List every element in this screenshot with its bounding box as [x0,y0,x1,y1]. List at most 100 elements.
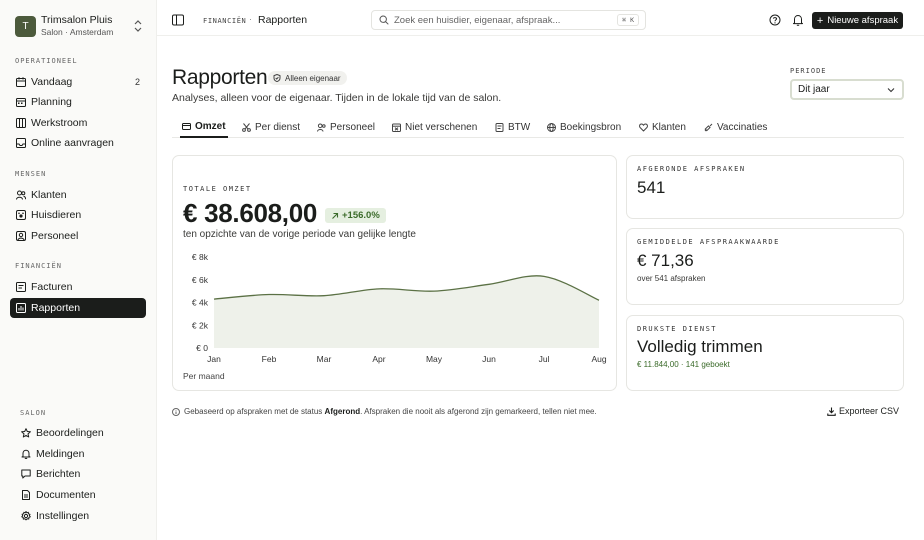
tab-personeel[interactable]: Personeel [315,116,377,138]
completed-appointments-card: AFGERONDE AFSPRAKEN 541 [626,155,904,219]
breadcrumb-separator: · [249,14,252,24]
bell-icon [21,449,31,459]
report-tabs: Omzet Per dienst Personeel Niet verschen… [172,116,904,138]
x-axis: Jan Feb Mar Apr May Jun Jul Aug [207,354,607,364]
revenue-card: TOTALE OMZET € 38.608,00 +156.0% ten opz… [172,155,617,391]
average-value-card: GEMIDDELDE AFSPRAAKWAARDE € 71,36 over 5… [626,228,904,305]
tab-label: Niet verschenen [405,121,478,133]
sidebar: T Trimsalon Pluis Salon · Amsterdam OPER… [0,0,157,540]
sidebar-item-facturen[interactable]: Facturen [10,277,146,297]
sidebar-item-label: Berichten [36,468,81,480]
tab-label: BTW [508,121,531,133]
chevron-up-down-icon [134,20,142,32]
sidebar-item-documenten[interactable]: Documenten [15,485,151,505]
tab-label: Vaccinaties [717,121,768,133]
stat-value: Volledig trimmen [637,337,763,356]
sidebar-item-label: Meldingen [36,448,85,460]
stat-value: 541 [637,178,666,197]
owner-only-badge: Alleen eigenaar [268,71,347,85]
sidebar-item-instellingen[interactable]: Instellingen [15,506,151,526]
info-icon [172,407,180,416]
chart-granularity: Per maand [183,371,225,381]
tab-label: Personeel [330,121,376,133]
x-tick-label: Apr [372,354,385,364]
revenue-chart: € 0 € 2k € 4k € 6k € 8k Jan Feb Mar Apr May Jun Ju… [192,252,607,364]
stat-label: GEMIDDELDE AFSPRAAKWAARDE [637,238,780,246]
sidebar-item-label: Documenten [36,489,96,501]
compare-note: ten opzichte van de vorige periode van g… [183,229,416,240]
periode-select[interactable]: Dit jaar [790,79,904,100]
workspace-avatar: T [15,15,36,37]
y-tick-label: € 8k [192,252,209,262]
y-axis: € 0 € 2k € 4k € 6k € 8k [192,252,209,353]
section-label-financien: FINANCIËN [15,262,62,270]
users-icon [16,190,26,200]
tab-per-dienst[interactable]: Per dienst [240,116,302,138]
x-tick-label: Jan [207,354,221,364]
sidebar-item-vandaag[interactable]: Vandaag 2 [10,72,146,92]
tab-klanten[interactable]: Klanten [637,116,688,138]
new-appointment-button[interactable]: + Nieuwe afspraak [812,12,903,29]
user-icon [16,231,26,241]
revenue-label: TOTALE OMZET [183,185,252,193]
tab-label: Klanten [652,121,686,133]
tab-boekingsbron[interactable]: Boekingsbron [545,116,623,138]
section-label-operationeel: OPERATIONEEL [15,57,78,65]
wallet-icon [182,122,191,130]
stat-value: € 71,36 [637,251,694,270]
paw-icon [16,210,26,220]
breadcrumb-section[interactable]: FINANCIËN [203,17,246,25]
sidebar-toggle-icon[interactable] [172,14,184,26]
info-suffix: . Afspraken die nooit als afgerond zijn … [360,407,597,416]
stat-label: DRUKSTE DIENST [637,325,718,333]
sidebar-item-rapporten[interactable]: Rapporten [10,298,146,318]
tab-label: Boekingsbron [560,121,622,133]
tab-niet-verschenen[interactable]: Niet verschenen [390,116,479,138]
sidebar-item-label: Planning [31,96,72,108]
help-icon[interactable] [769,14,781,26]
sidebar-item-label: Rapporten [31,302,81,314]
export-csv-button[interactable]: Exporteer CSV [827,406,899,416]
tab-label: Omzet [195,120,226,132]
info-prefix: Gebaseerd op afspraken met de status [184,407,323,416]
stat-note: € 11.844,00 · 141 geboekt [637,360,730,369]
section-label-salon: SALON [20,409,47,417]
search-input[interactable] [394,14,614,26]
sidebar-item-klanten[interactable]: Klanten [10,185,146,205]
x-tick-label: Aug [591,354,606,364]
workspace-subtitle: Salon · Amsterdam [41,27,114,37]
shield-icon [273,74,281,82]
x-tick-label: Mar [317,354,332,364]
x-tick-label: Jul [539,354,550,364]
sidebar-item-huisdieren[interactable]: Huisdieren [10,205,146,225]
tab-vaccinaties[interactable]: Vaccinaties [702,116,769,138]
plus-icon: + [816,14,824,27]
sidebar-item-planning[interactable]: Planning [10,92,146,112]
sidebar-item-beoordelingen[interactable]: Beoordelingen [15,423,151,443]
sidebar-item-label: Instellingen [36,510,90,522]
chart-icon [16,303,26,313]
tab-btw[interactable]: BTW [493,116,532,138]
sidebar-item-berichten[interactable]: Berichten [15,464,151,484]
page-title: Rapporten [172,66,268,89]
stat-note: over 541 afspraken [637,274,706,283]
arrow-up-right-icon [332,212,339,219]
calendar-x-icon [392,123,401,132]
stat-label: AFGERONDE AFSPRAKEN [637,165,746,173]
workspace-switcher[interactable]: T Trimsalon Pluis Salon · Amsterdam [15,14,145,38]
tab-omzet[interactable]: Omzet [180,116,228,138]
receipt-icon [16,282,26,292]
receipt-icon [495,122,504,132]
revenue-area [214,275,599,348]
sidebar-item-label: Facturen [31,281,73,293]
sidebar-item-meldingen[interactable]: Meldingen [15,444,151,464]
bell-icon[interactable] [792,14,804,26]
sidebar-item-werkstroom[interactable]: Werkstroom [10,113,146,133]
sidebar-item-personeel[interactable]: Personeel [10,226,146,246]
search-icon [379,15,389,25]
search-box[interactable]: ⌘ K [371,10,646,30]
calendar-day-icon [16,77,26,87]
busiest-service-card: DRUKSTE DIENST Volledig trimmen € 11.844… [626,315,904,391]
new-appointment-label: Nieuwe afspraak [827,15,899,26]
sidebar-item-online-aanvragen[interactable]: Online aanvragen [10,133,146,153]
